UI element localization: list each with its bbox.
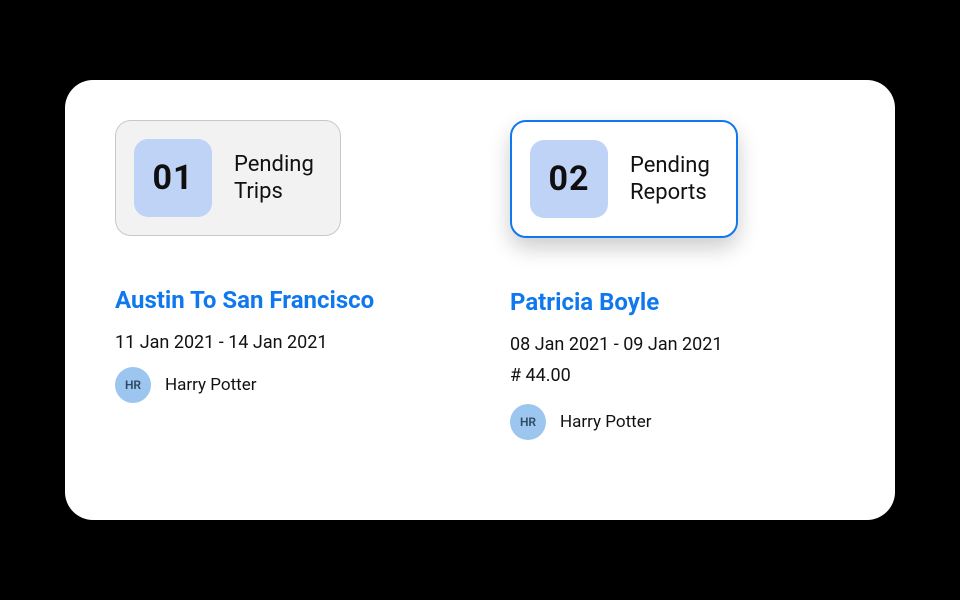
column-trips: 01 PendingTrips Austin To San Francisco … bbox=[115, 120, 450, 480]
trip-title-link[interactable]: Austin To San Francisco bbox=[115, 286, 450, 314]
panel: 01 PendingTrips Austin To San Francisco … bbox=[65, 80, 895, 520]
avatar: HR bbox=[115, 367, 151, 403]
column-reports: 02 PendingReports Patricia Boyle 08 Jan … bbox=[510, 120, 845, 480]
stat-count-badge: 02 bbox=[530, 140, 608, 218]
report-title-link[interactable]: Patricia Boyle bbox=[510, 288, 845, 316]
report-amount: # 44.00 bbox=[510, 365, 845, 386]
stat-count-badge: 01 bbox=[134, 139, 212, 217]
stat-card-pending-trips[interactable]: 01 PendingTrips bbox=[115, 120, 341, 236]
report-date-range: 08 Jan 2021 - 09 Jan 2021 bbox=[510, 334, 845, 355]
person-name: Harry Potter bbox=[560, 412, 652, 432]
report-details: Patricia Boyle 08 Jan 2021 - 09 Jan 2021… bbox=[510, 288, 845, 440]
person-name: Harry Potter bbox=[165, 375, 257, 395]
stat-label: PendingTrips bbox=[234, 151, 314, 206]
stat-label: PendingReports bbox=[630, 152, 710, 207]
trip-person: HR Harry Potter bbox=[115, 367, 450, 403]
report-person: HR Harry Potter bbox=[510, 404, 845, 440]
trip-date-range: 11 Jan 2021 - 14 Jan 2021 bbox=[115, 332, 450, 353]
stat-card-pending-reports[interactable]: 02 PendingReports bbox=[510, 120, 738, 238]
avatar: HR bbox=[510, 404, 546, 440]
trip-details: Austin To San Francisco 11 Jan 2021 - 14… bbox=[115, 286, 450, 403]
